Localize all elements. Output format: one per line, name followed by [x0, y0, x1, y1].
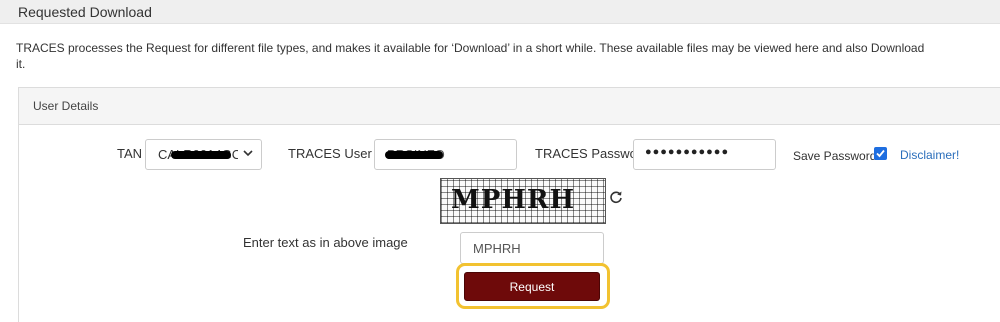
refresh-icon[interactable]	[609, 190, 623, 204]
page-title: Requested Download	[18, 4, 152, 20]
captcha-input[interactable]	[460, 232, 604, 264]
panel-header: User Details	[19, 88, 1000, 125]
password-masked-value: ●●●●●●●●●●●	[645, 146, 730, 158]
save-password-label: Save Password	[793, 149, 877, 163]
redaction-mark	[171, 151, 231, 159]
request-button[interactable]: Request	[464, 272, 600, 301]
intro-text: TRACES processes the Request for differe…	[16, 41, 925, 71]
redaction-mark	[385, 151, 443, 159]
user-id-label: TRACES User Id	[288, 146, 387, 161]
captcha-label: Enter text as in above image	[243, 235, 408, 250]
page-header: Requested Download	[0, 0, 1000, 24]
password-label: TRACES Password	[535, 146, 649, 161]
save-password-checkbox[interactable]	[874, 147, 887, 160]
panel-title: User Details	[33, 99, 99, 113]
tan-label: TAN	[117, 146, 143, 161]
disclaimer-link[interactable]: Disclaimer!	[900, 148, 959, 162]
captcha-image: MPHRH	[440, 178, 606, 224]
chevron-down-icon	[243, 150, 253, 157]
captcha-image-text: MPHRH	[451, 185, 576, 215]
checkmark-icon	[876, 149, 885, 158]
